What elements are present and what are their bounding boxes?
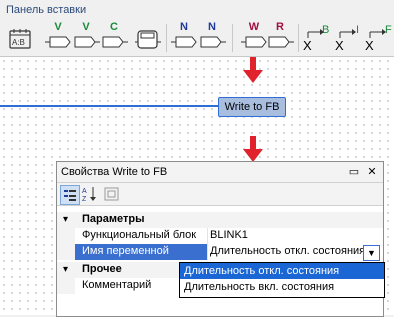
collapse-icon[interactable]: ▾ bbox=[63, 214, 68, 225]
property-name: Имя переменной bbox=[82, 245, 169, 257]
convert-int-x: X bbox=[335, 38, 344, 53]
convert-float-x: X bbox=[365, 38, 374, 53]
function-block-button[interactable] bbox=[134, 20, 162, 54]
variable-name-dropdown-list: Длительность откл. состояния Длительност… bbox=[179, 262, 385, 298]
variable-output-button[interactable]: V bbox=[72, 20, 100, 54]
constant-block-icon bbox=[102, 36, 128, 48]
network-output-icon bbox=[200, 36, 226, 48]
read-block-button[interactable]: R bbox=[266, 20, 294, 54]
convert-to-bool-button[interactable]: X B bbox=[302, 20, 332, 54]
input-block-icon bbox=[45, 36, 71, 48]
convert-bool-x: X bbox=[303, 38, 312, 53]
restore-icon[interactable]: ▭ bbox=[347, 165, 361, 179]
write-block-icon bbox=[241, 36, 267, 48]
property-row-variable-name[interactable]: Имя переменной Длительность откл. состоя… bbox=[57, 244, 383, 261]
dropdown-option[interactable]: Длительность откл. состояния bbox=[180, 263, 384, 279]
write-to-fb-block[interactable]: Write to FB bbox=[218, 97, 286, 117]
calendar-icon: A:B bbox=[9, 29, 31, 49]
properties-toolbar: A Z bbox=[57, 183, 383, 206]
insert-panel-header: Панель вставки bbox=[0, 0, 394, 20]
insert-panel-title: Панель вставки bbox=[6, 4, 87, 16]
categorized-view-button[interactable] bbox=[60, 185, 80, 205]
variable-input-button[interactable]: V bbox=[44, 20, 72, 54]
output-block-icon bbox=[74, 36, 100, 48]
property-pages-button[interactable] bbox=[103, 185, 121, 203]
convert-float-sub: F bbox=[385, 24, 392, 36]
arrow-down-icon bbox=[243, 57, 263, 85]
collapse-icon[interactable]: ▾ bbox=[63, 264, 68, 275]
convert-bool-sub: B bbox=[322, 24, 330, 36]
property-name: Комментарий bbox=[82, 279, 152, 291]
close-icon[interactable]: ✕ bbox=[365, 165, 379, 179]
toolbar-separator bbox=[166, 24, 167, 52]
dropdown-option[interactable]: Длительность вкл. состояния bbox=[180, 279, 384, 295]
category-parameters[interactable]: ▾ Параметры bbox=[57, 212, 383, 228]
property-pages-icon bbox=[104, 187, 119, 201]
alphabetical-view-button[interactable]: A Z bbox=[81, 185, 99, 203]
svg-text:A: A bbox=[82, 188, 87, 195]
network-output-button[interactable]: N bbox=[198, 20, 226, 54]
convert-to-float-button[interactable]: X F bbox=[364, 20, 394, 54]
connection-wire[interactable] bbox=[0, 105, 218, 107]
network-input-icon bbox=[171, 36, 197, 48]
toolbar-separator bbox=[298, 24, 299, 52]
properties-title: Свойства Write to FB bbox=[61, 166, 168, 178]
svg-text:A:B: A:B bbox=[12, 38, 25, 47]
write-block-button[interactable]: W bbox=[240, 20, 268, 54]
property-name: Функциональный блок bbox=[82, 229, 197, 241]
arrow-down-icon bbox=[243, 136, 263, 164]
insert-toolbar: A:B V V C N N W R X B X I X F bbox=[0, 20, 394, 57]
category-label: Параметры bbox=[82, 213, 145, 225]
convert-to-int-button[interactable]: X I bbox=[334, 20, 364, 54]
categorized-icon bbox=[64, 190, 76, 201]
read-block-icon bbox=[268, 36, 294, 48]
category-label: Прочее bbox=[82, 263, 122, 275]
properties-title-bar: Свойства Write to FB ▭ ✕ bbox=[57, 162, 383, 183]
property-value[interactable]: Длительность откл. состояния bbox=[210, 245, 365, 257]
convert-int-sub: I bbox=[356, 24, 360, 36]
property-value[interactable]: BLINK1 bbox=[210, 229, 248, 241]
calendar-button[interactable]: A:B bbox=[8, 20, 34, 54]
chevron-down-icon[interactable]: ▼ bbox=[363, 245, 380, 261]
network-input-button[interactable]: N bbox=[170, 20, 198, 54]
constant-button[interactable]: C bbox=[100, 20, 128, 54]
svg-text:Z: Z bbox=[82, 196, 87, 203]
property-row-function-block[interactable]: Функциональный блок BLINK1 bbox=[57, 228, 383, 244]
function-block-icon bbox=[135, 30, 161, 49]
sort-az-icon: A Z bbox=[82, 187, 96, 203]
toolbar-separator bbox=[232, 24, 233, 52]
